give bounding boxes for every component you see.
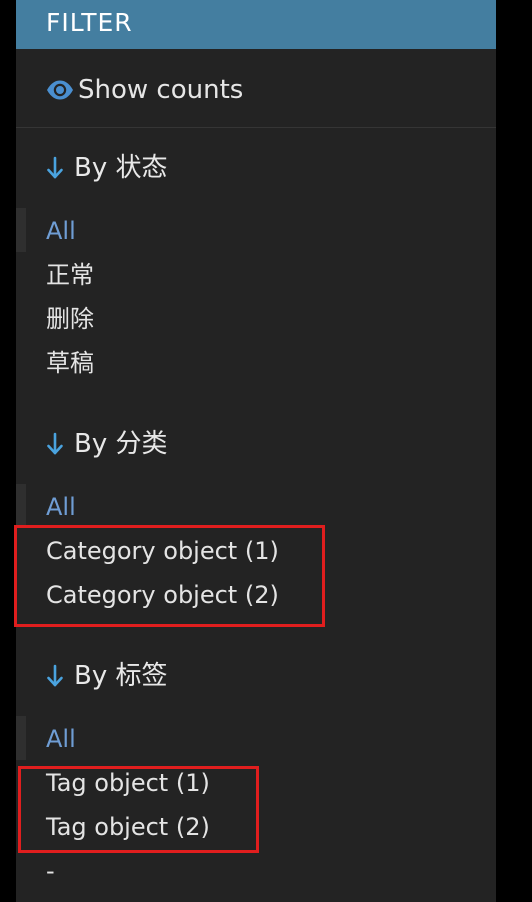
arrow-down-icon xyxy=(47,156,63,179)
section-heading-status: By 状态 xyxy=(46,151,168,185)
filter-title: FILTER xyxy=(46,8,133,37)
section-heading-category: By 分类 xyxy=(46,427,168,461)
list-indicator xyxy=(16,716,26,760)
highlight-box-tags xyxy=(18,766,259,853)
show-counts-label: Show counts xyxy=(78,75,244,105)
section-heading-label: By 标签 xyxy=(74,661,168,691)
filter-item-status-normal[interactable]: 正常 xyxy=(46,259,94,291)
section-heading-label: By 分类 xyxy=(74,429,168,459)
arrow-down-icon xyxy=(47,432,63,455)
filter-item-category-all[interactable]: All xyxy=(46,491,76,523)
section-heading-tag: By 标签 xyxy=(46,659,168,693)
list-indicator xyxy=(16,484,26,528)
arrow-down-icon xyxy=(47,664,63,687)
divider xyxy=(16,127,496,128)
filter-item-status-draft[interactable]: 草稿 xyxy=(46,347,94,379)
filter-item-status-all[interactable]: All xyxy=(46,215,76,247)
page: FILTER Show counts By 状态 All 正常 删除 草稿 By… xyxy=(0,0,532,902)
show-counts-link[interactable]: Show counts xyxy=(46,72,243,108)
section-heading-label: By 状态 xyxy=(74,153,168,183)
filter-header: FILTER xyxy=(16,0,496,49)
eye-icon xyxy=(47,80,73,100)
filter-item-tag-all[interactable]: All xyxy=(46,723,76,755)
list-indicator xyxy=(16,208,26,252)
filter-item-tag-none[interactable]: - xyxy=(46,855,55,887)
filter-item-status-deleted[interactable]: 删除 xyxy=(46,303,94,335)
highlight-box-categories xyxy=(14,525,325,627)
